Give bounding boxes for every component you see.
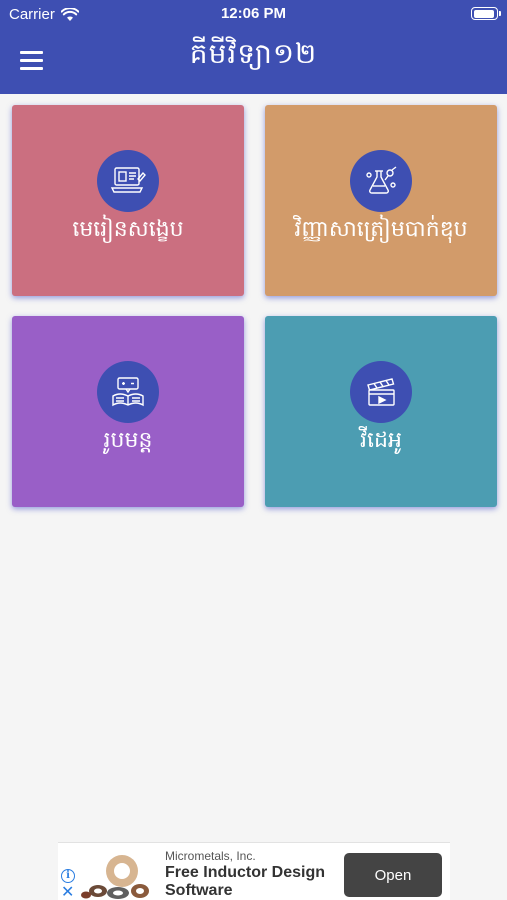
chemistry-flask-icon <box>350 150 412 212</box>
tile-label: មេរៀនសង្ខេប <box>72 217 184 242</box>
ad-open-button[interactable]: Open <box>344 853 442 897</box>
book-laptop-icon <box>97 150 159 212</box>
info-icon[interactable]: i <box>61 869 75 883</box>
close-icon[interactable]: ✕ <box>61 884 74 900</box>
app-title: គីមីវិទ្យា១២ <box>189 37 318 70</box>
tile-lesson-summary[interactable]: មេរៀនសង្ខេប <box>12 105 244 296</box>
ad-product-image <box>81 855 149 899</box>
tile-videos[interactable]: វីដេអូ <box>265 316 497 507</box>
tile-label: រូបមន្ត <box>103 428 153 453</box>
ad-headline[interactable]: Free Inductor Design Software <box>165 864 335 900</box>
battery-icon <box>471 7 501 20</box>
tile-exam-preparation[interactable]: វិញ្ញាសាត្រៀមបាក់ឌុប <box>265 105 497 296</box>
clapperboard-icon <box>350 361 412 423</box>
app-header: Carrier 12:06 PM គីមីវិទ្យា១២ <box>0 0 507 94</box>
status-time: 12:06 PM <box>220 5 287 22</box>
status-bar: Carrier 12:06 PM <box>0 0 507 28</box>
tile-label: វីដេអូ <box>360 428 402 453</box>
ad-advertiser: Micrometals, Inc. <box>165 849 256 863</box>
ad-banner[interactable]: i ✕ Micrometals, Inc. Free Inductor Desi… <box>58 842 450 900</box>
tile-label: វិញ្ញាសាត្រៀមបាក់ឌុប <box>294 217 468 242</box>
formula-book-icon <box>97 361 159 423</box>
tile-formulas[interactable]: រូបមន្ត <box>12 316 244 507</box>
